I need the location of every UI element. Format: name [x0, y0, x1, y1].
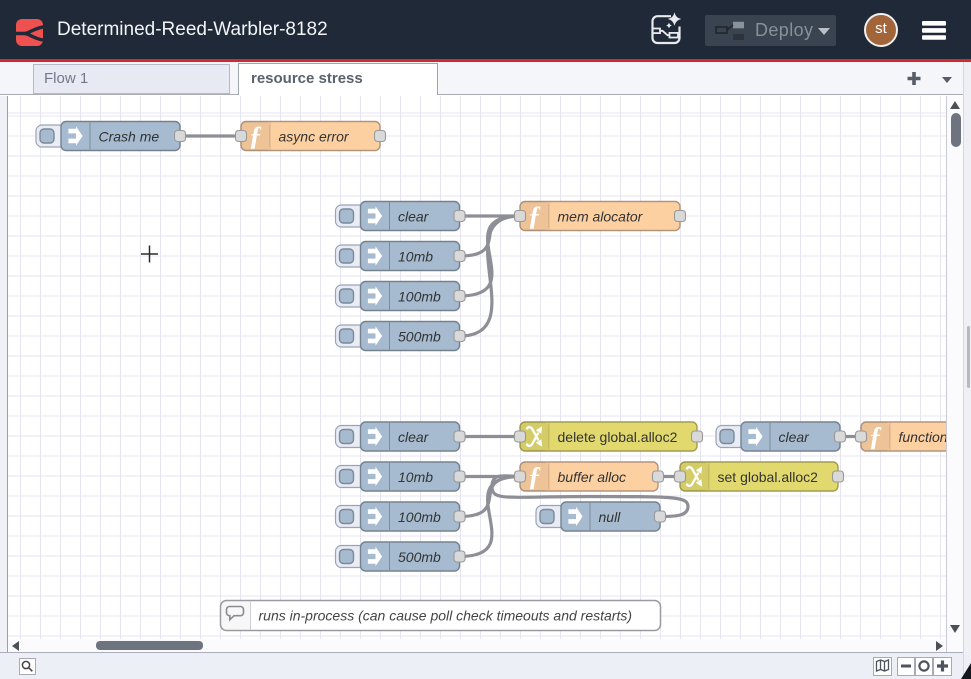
- svg-text:500mb: 500mb: [398, 328, 441, 344]
- svg-text:10mb: 10mb: [398, 248, 433, 264]
- svg-text:set global.alloc2: set global.alloc2: [718, 468, 819, 484]
- svg-text:Crash me: Crash me: [99, 128, 160, 144]
- svg-text:function: function: [899, 428, 947, 444]
- svg-text:buffer alloc: buffer alloc: [558, 468, 626, 484]
- svg-text:null: null: [599, 508, 622, 524]
- svg-text:ƒ: ƒ: [249, 120, 263, 150]
- svg-text:clear: clear: [398, 428, 430, 444]
- svg-text:clear: clear: [398, 208, 430, 224]
- svg-text:10mb: 10mb: [398, 468, 433, 484]
- svg-text:500mb: 500mb: [398, 548, 441, 564]
- svg-text:async error: async error: [279, 128, 350, 144]
- svg-text:clear: clear: [779, 428, 811, 444]
- svg-text:ƒ: ƒ: [528, 461, 542, 491]
- svg-text:mem alocator: mem alocator: [558, 208, 644, 224]
- svg-text:100mb: 100mb: [398, 288, 441, 304]
- svg-text:100mb: 100mb: [398, 508, 441, 524]
- svg-text:ƒ: ƒ: [869, 421, 883, 451]
- svg-text:runs in-process (can cause pol: runs in-process (can cause poll check ti…: [259, 607, 633, 623]
- svg-text:ƒ: ƒ: [528, 200, 542, 230]
- svg-text:delete global.alloc2: delete global.alloc2: [558, 428, 678, 444]
